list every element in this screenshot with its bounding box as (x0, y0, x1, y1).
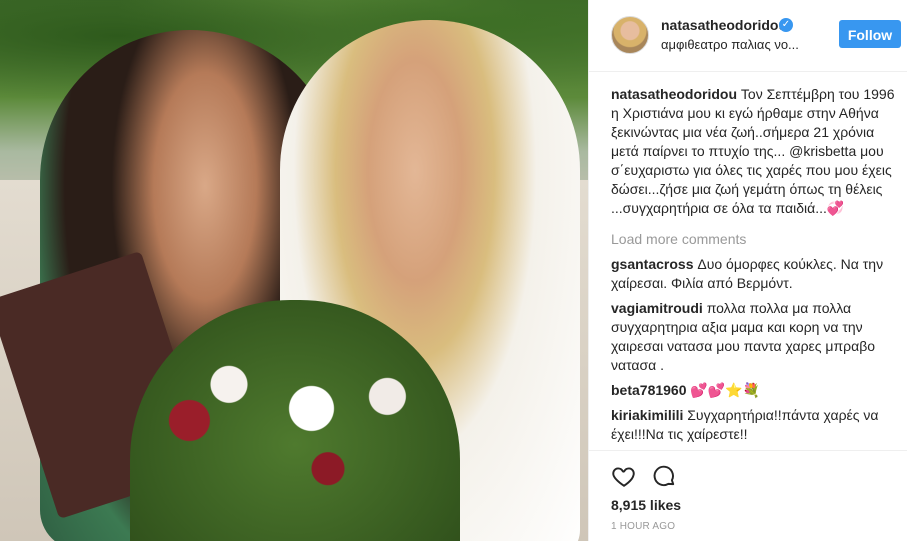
post-caption: natasatheodoridou Τον Σεπτέμβρη του 1996… (611, 85, 896, 218)
list-item: beta781960 💕💕⭐💐 (611, 381, 896, 400)
list-item: vagiamitroudi πολλα πολλα μα πολλα συγχα… (611, 299, 896, 375)
comment-text: 💕💕⭐💐 (690, 382, 761, 398)
load-more-comments-link[interactable]: Load more comments (611, 230, 896, 249)
likes-count[interactable]: 8,915 likes (611, 497, 681, 513)
list-item: gsantacross Δυο όμορφες κούκλες. Να την … (611, 255, 896, 293)
avatar[interactable] (611, 16, 649, 54)
follow-button[interactable]: Follow (839, 20, 901, 48)
post-sidebar: natasatheodoridou ✓ αμφιθεατρο παλιας νο… (588, 0, 907, 541)
post-photo[interactable] (0, 0, 588, 541)
comment-icon[interactable] (651, 463, 677, 489)
caption-text: Τον Σεπτέμβρη του 1996 η Χριστιάνα μου κ… (611, 86, 895, 216)
post-actions: 8,915 likes 1 HOUR AGO (589, 450, 907, 541)
comment-username[interactable]: kiriakimilili (611, 407, 683, 423)
post-timestamp[interactable]: 1 HOUR AGO (611, 521, 675, 532)
caption-emoji: 💞 (826, 200, 845, 216)
heart-icon[interactable] (611, 463, 637, 489)
verified-badge-icon: ✓ (779, 18, 793, 32)
post-header: natasatheodoridou ✓ αμφιθεατρο παλιας νο… (589, 0, 907, 72)
caption-username[interactable]: natasatheodoridou (611, 86, 737, 102)
comment-username[interactable]: gsantacross (611, 256, 693, 272)
post-location[interactable]: αμφιθεατρο παλιας νο... (661, 37, 799, 52)
comment-username[interactable]: vagiamitroudi (611, 300, 703, 316)
comments-list: natasatheodoridou Τον Σεπτέμβρη του 1996… (611, 85, 896, 450)
post-username[interactable]: natasatheodoridou (661, 17, 787, 33)
list-item: kiriakimilili Συγχαρητήρια!!πάντα χαρές … (611, 406, 896, 444)
comment-username[interactable]: beta781960 (611, 382, 687, 398)
